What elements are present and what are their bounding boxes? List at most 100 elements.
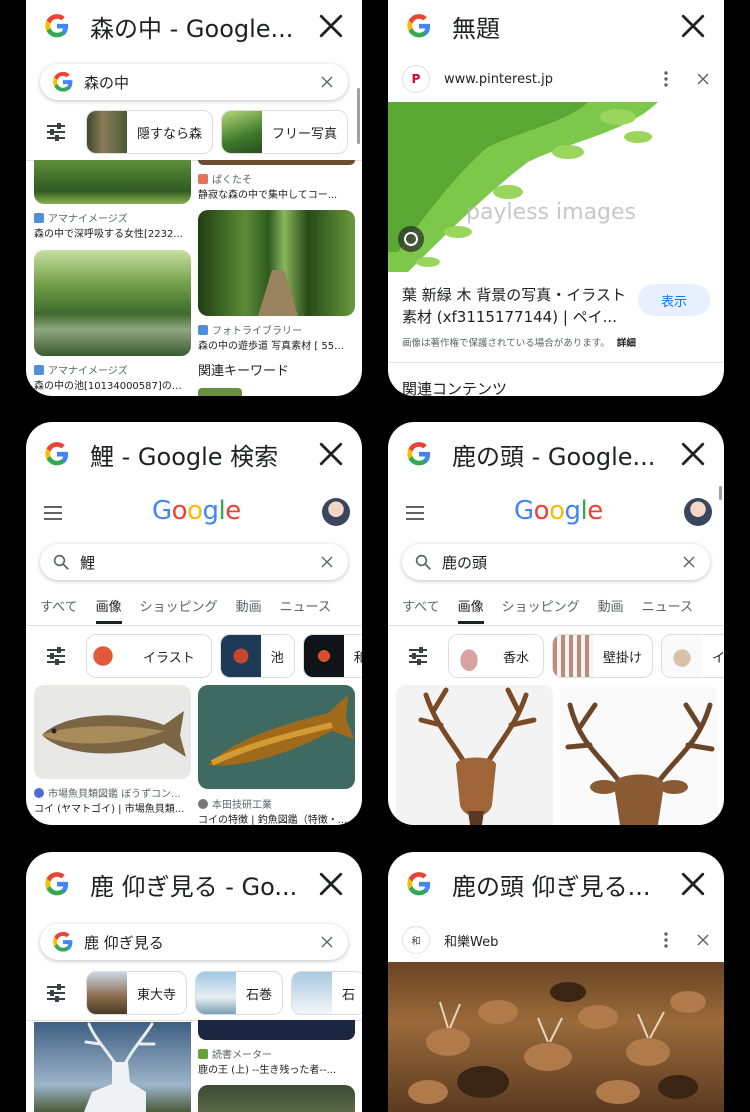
tab-videos[interactable]: 動画 bbox=[236, 596, 262, 624]
tab-videos[interactable]: 動画 bbox=[598, 596, 624, 624]
tab-header: 鹿の頭 - Google... bbox=[388, 422, 724, 486]
result-caption[interactable]: コイ (ヤマトゴイ) | 市場魚貝類... bbox=[34, 800, 190, 815]
tab-images[interactable]: 画像 bbox=[95, 596, 122, 624]
tab-card-deer-looking-up[interactable]: 鹿 仰ぎ見る - Go... 鹿 仰ぎ見る 東大寺 石巻 石 読書メーター 鹿の… bbox=[26, 852, 362, 1112]
result-image[interactable] bbox=[34, 1022, 191, 1112]
result-image[interactable] bbox=[34, 160, 191, 204]
tab-all[interactable]: すべて bbox=[40, 596, 78, 624]
menu-icon[interactable] bbox=[406, 506, 424, 520]
related-keywords-label: 関連キーワード bbox=[198, 364, 290, 379]
result-image[interactable] bbox=[560, 685, 717, 825]
details-link[interactable]: 詳細 bbox=[617, 338, 636, 349]
result-caption[interactable]: 森の中の池[10134000587]の写... bbox=[34, 377, 190, 392]
tab-news[interactable]: ニュース bbox=[280, 596, 331, 624]
close-tab-icon[interactable] bbox=[318, 871, 344, 897]
google-logo-icon bbox=[44, 441, 70, 467]
chip-illustration[interactable]: イラスト bbox=[86, 634, 212, 678]
result-title[interactable]: 葉 新緑 木 背景の写真・イラスト素材 (xf3115177144) | ペイ.… bbox=[402, 284, 630, 328]
filter-chips: 東大寺 石巻 石 bbox=[46, 971, 362, 1015]
tab-title: 鹿 仰ぎ見る - Go... bbox=[90, 872, 298, 901]
chip-label: 壁掛け bbox=[603, 650, 643, 666]
clear-search-icon[interactable] bbox=[320, 555, 334, 569]
more-options-icon[interactable] bbox=[664, 932, 668, 948]
tune-icon[interactable] bbox=[46, 647, 66, 665]
chip-more[interactable]: イ bbox=[661, 634, 724, 678]
result-image[interactable] bbox=[34, 685, 191, 779]
search-input[interactable]: 鹿 仰ぎ見る bbox=[84, 932, 320, 953]
site-name[interactable]: 和樂Web bbox=[444, 931, 498, 950]
tab-card-deer-head[interactable]: 鹿の頭 - Google... Google 鹿の頭 すべて 画像 ショッピング… bbox=[388, 422, 724, 825]
tab-all[interactable]: すべて bbox=[402, 596, 440, 624]
chip-japanese[interactable]: 和 bbox=[302, 634, 362, 678]
clear-search-icon[interactable] bbox=[682, 555, 696, 569]
clear-search-icon[interactable] bbox=[320, 75, 334, 89]
tune-icon[interactable] bbox=[408, 647, 428, 665]
chip-pond[interactable]: 池 bbox=[219, 634, 295, 678]
tab-title: 無題 bbox=[452, 14, 500, 43]
related-thumbnail[interactable] bbox=[198, 388, 242, 396]
avatar[interactable] bbox=[684, 498, 712, 526]
result-image[interactable] bbox=[198, 1085, 355, 1112]
result-image[interactable] bbox=[198, 160, 355, 165]
tab-title: 森の中 - Google... bbox=[90, 14, 294, 43]
tab-shopping[interactable]: ショッピング bbox=[502, 596, 580, 624]
tab-card-pinterest[interactable]: 無題 P www.pinterest.jp payless images 葉 新… bbox=[388, 0, 724, 396]
scrollbar[interactable] bbox=[357, 88, 360, 144]
tab-card-forest[interactable]: 森の中 - Google... 森の中 隠すなら森 フリー写真 ぱくたそ 静寂な… bbox=[26, 0, 362, 396]
clear-search-icon[interactable] bbox=[320, 935, 334, 949]
close-tab-icon[interactable] bbox=[318, 13, 344, 39]
result-image[interactable] bbox=[198, 210, 355, 316]
search-bar[interactable]: 鹿の頭 bbox=[402, 544, 710, 580]
result-image[interactable] bbox=[34, 250, 191, 356]
preview-image[interactable] bbox=[388, 962, 724, 1112]
result-caption[interactable]: 鹿の王 (上) --生き残った者--... bbox=[198, 1061, 348, 1076]
close-tab-icon[interactable] bbox=[680, 13, 706, 39]
tab-shopping[interactable]: ショッピング bbox=[140, 596, 218, 624]
more-options-icon[interactable] bbox=[664, 71, 668, 87]
site-url[interactable]: www.pinterest.jp bbox=[444, 72, 553, 87]
search-input[interactable]: 森の中 bbox=[84, 72, 320, 93]
search-tabs: すべて 画像 ショッピング 動画 ニュース bbox=[40, 596, 331, 624]
chip-wall-mount[interactable]: 壁掛け bbox=[552, 634, 654, 678]
chip-perfume[interactable]: 香水 bbox=[448, 634, 545, 678]
chip-hide-in-forest[interactable]: 隠すなら森 bbox=[86, 110, 214, 154]
result-caption[interactable]: 静寂な森の中で集中してコー... bbox=[198, 186, 348, 201]
search-bar[interactable]: 森の中 bbox=[40, 64, 348, 100]
chip-label: 石 bbox=[342, 987, 356, 1003]
close-preview-icon[interactable] bbox=[696, 72, 710, 86]
avatar[interactable] bbox=[322, 498, 350, 526]
carp-illustration bbox=[208, 695, 354, 766]
tab-images[interactable]: 画像 bbox=[457, 596, 484, 624]
result-caption[interactable]: コイの特徴 | 釣魚図鑑（特徴・... bbox=[198, 811, 354, 825]
search-input[interactable]: 鯉 bbox=[80, 552, 320, 573]
result-image[interactable] bbox=[396, 685, 553, 825]
result-caption[interactable]: 森の中の遊歩道 写真素材 [ 557... bbox=[198, 337, 348, 352]
tab-card-wakuweb[interactable]: 鹿の頭 仰ぎ見る... 和 和樂Web bbox=[388, 852, 724, 1112]
tune-icon[interactable] bbox=[46, 984, 66, 1002]
close-preview-icon[interactable] bbox=[696, 933, 710, 947]
result-caption[interactable]: 森の中で深呼吸する女性[2232... bbox=[34, 225, 190, 240]
tab-card-carp[interactable]: 鯉 - Google 検索 Google 鯉 すべて 画像 ショッピング 動画 … bbox=[26, 422, 362, 825]
tab-news[interactable]: ニュース bbox=[642, 596, 693, 624]
close-tab-icon[interactable] bbox=[680, 871, 706, 897]
search-bar[interactable]: 鹿 仰ぎ見る bbox=[40, 924, 348, 960]
scrollbar[interactable] bbox=[719, 486, 722, 500]
chip-todaiji[interactable]: 東大寺 bbox=[86, 971, 188, 1015]
close-tab-icon[interactable] bbox=[680, 441, 706, 467]
chip-free-photo[interactable]: フリー写真 bbox=[221, 110, 349, 154]
divider bbox=[388, 362, 724, 363]
menu-icon[interactable] bbox=[44, 506, 62, 520]
view-button[interactable]: 表示 bbox=[638, 284, 710, 316]
search-input[interactable]: 鹿の頭 bbox=[442, 552, 682, 573]
result-source: アマナイメージズ bbox=[34, 362, 128, 377]
result-image[interactable] bbox=[198, 1020, 355, 1040]
chip-more[interactable]: 石 bbox=[291, 971, 362, 1015]
lens-icon[interactable] bbox=[398, 226, 424, 252]
result-image[interactable] bbox=[198, 685, 355, 789]
search-bar[interactable]: 鯉 bbox=[40, 544, 348, 580]
chip-ishinomaki[interactable]: 石巻 bbox=[195, 971, 284, 1015]
tune-icon[interactable] bbox=[46, 123, 66, 141]
google-logo-icon bbox=[44, 13, 70, 39]
close-tab-icon[interactable] bbox=[318, 441, 344, 467]
preview-image[interactable]: payless images bbox=[388, 102, 724, 272]
